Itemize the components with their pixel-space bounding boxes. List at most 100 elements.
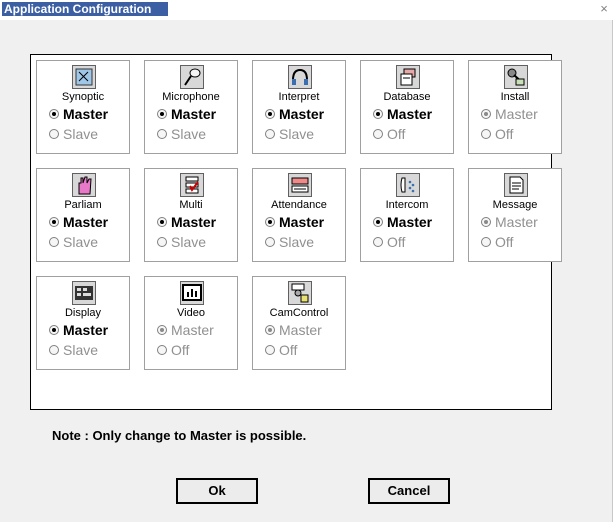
app-tile-message: Message Master Off [468, 168, 562, 262]
app-name: Synoptic [61, 91, 105, 103]
radio-label: Master [279, 106, 325, 122]
master-radio[interactable]: Master [157, 106, 216, 122]
slave-radio[interactable]: Slave [49, 126, 98, 142]
application-grid: Synoptic Master Slave Microphone Master Slave… [30, 54, 562, 410]
radio-label: Master [63, 106, 109, 122]
radio-label: Off [387, 126, 406, 142]
radio-label: Master [63, 322, 109, 338]
app-name: Interpret [278, 91, 320, 103]
radio-label: Slave [279, 126, 315, 142]
app-tile-video: Video Master Off [144, 276, 238, 370]
radio-circle [49, 325, 59, 336]
radio-label: Off [387, 234, 406, 250]
attendance-icon [288, 173, 312, 197]
display-icon [72, 281, 96, 305]
radio-label: Master [279, 214, 325, 230]
window-title: Application Configuration [2, 2, 168, 16]
off-radio[interactable]: Off [373, 234, 405, 250]
master-radio[interactable]: Master [373, 214, 432, 230]
radio-circle [481, 237, 491, 248]
master-radio[interactable]: Master [49, 106, 108, 122]
radio-circle [265, 237, 275, 248]
radio-label: Master [495, 106, 538, 122]
radio-circle [49, 217, 59, 228]
slave-radio[interactable]: Slave [49, 234, 98, 250]
radio-circle [481, 129, 491, 140]
radio-circle [373, 109, 383, 120]
radio-circle [265, 129, 275, 140]
master-radio[interactable]: Master [157, 214, 216, 230]
app-name: Message [492, 199, 538, 211]
radio-circle [157, 237, 167, 248]
synoptic-icon [72, 65, 96, 89]
app-tile-install: Install Master Off [468, 60, 562, 154]
app-tile-camcontrol: CamControl Master Off [252, 276, 346, 370]
radio-circle [265, 109, 275, 120]
radio-label: Off [495, 126, 514, 142]
app-tile-intercom: Intercom Master Off [360, 168, 454, 262]
radio-label: Master [387, 214, 433, 230]
install-icon [504, 65, 528, 89]
app-tile-attendance: Attendance Master Slave [252, 168, 346, 262]
slave-radio[interactable]: Slave [265, 126, 314, 142]
intercom-icon [396, 173, 420, 197]
master-radio[interactable]: Master [373, 106, 432, 122]
master-radio: Master [481, 214, 538, 230]
app-name: Install [500, 91, 530, 103]
master-radio[interactable]: Master [265, 214, 324, 230]
master-radio[interactable]: Master [49, 214, 108, 230]
slave-radio[interactable]: Slave [157, 126, 206, 142]
database-icon [396, 65, 420, 89]
app-name: Database [383, 91, 431, 103]
off-radio[interactable]: Off [373, 126, 405, 142]
slave-radio[interactable]: Slave [49, 342, 98, 358]
app-tile-multi: Multi Master Slave [144, 168, 238, 262]
radio-label: Master [63, 214, 109, 230]
hand-icon [72, 173, 96, 197]
radio-label: Slave [171, 126, 207, 142]
radio-label: Slave [63, 342, 99, 358]
title-bar: Application Configuration × [0, 0, 614, 22]
camera-icon [288, 281, 312, 305]
off-radio: Off [157, 342, 189, 358]
off-radio: Off [481, 234, 513, 250]
note-text: Note : Only change to Master is possible… [52, 428, 307, 443]
app-name: Microphone [162, 91, 220, 103]
radio-circle [481, 217, 491, 228]
app-name: Parliam [64, 199, 102, 211]
off-radio: Off [265, 342, 297, 358]
radio-circle [49, 237, 59, 248]
radio-circle [49, 109, 59, 120]
radio-circle [373, 217, 383, 228]
radio-circle [157, 129, 167, 140]
multi-icon [180, 173, 204, 197]
radio-circle [265, 217, 275, 228]
app-name: Attendance [271, 199, 327, 211]
radio-label: Master [495, 214, 538, 230]
ok-button[interactable]: Ok [176, 478, 258, 504]
radio-label: Master [171, 106, 217, 122]
master-radio[interactable]: Master [265, 106, 324, 122]
radio-circle [265, 345, 275, 356]
radio-label: Off [171, 342, 190, 358]
microphone-icon [180, 65, 204, 89]
slave-radio[interactable]: Slave [265, 234, 314, 250]
app-name: Display [64, 307, 102, 319]
radio-label: Master [171, 214, 217, 230]
radio-label: Master [171, 322, 214, 338]
message-icon [504, 173, 528, 197]
radio-circle [49, 129, 59, 140]
app-name: CamControl [269, 307, 329, 319]
slave-radio[interactable]: Slave [157, 234, 206, 250]
radio-label: Slave [63, 234, 99, 250]
radio-circle [265, 325, 275, 336]
cancel-button[interactable]: Cancel [368, 478, 450, 504]
radio-label: Slave [63, 126, 99, 142]
radio-circle [373, 237, 383, 248]
headphones-icon [288, 65, 312, 89]
master-radio[interactable]: Master [49, 322, 108, 338]
app-tile-microphone: Microphone Master Slave [144, 60, 238, 154]
radio-label: Master [279, 322, 322, 338]
close-icon[interactable]: × [597, 2, 611, 16]
radio-label: Slave [171, 234, 207, 250]
